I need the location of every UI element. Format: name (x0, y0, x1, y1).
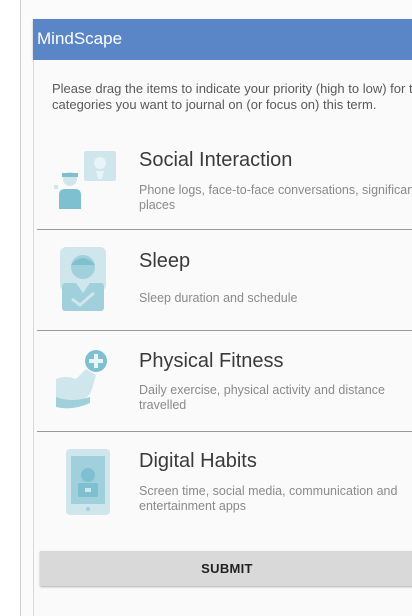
list-item-digital-habits[interactable]: Digital Habits Screen time, social media… (37, 445, 412, 525)
item-title: Social Interaction (139, 149, 293, 171)
app-bar: MindScape (33, 19, 412, 60)
divider (37, 431, 412, 432)
item-description: Sleep duration and schedule (139, 291, 298, 305)
list-item-social-interaction[interactable]: Social Interaction Phone logs, face-to-f… (37, 147, 412, 227)
item-title: Sleep (139, 250, 191, 272)
divider (37, 330, 412, 331)
submit-button[interactable]: SUBMIT (40, 551, 412, 586)
phone-screen: MindScape Please drag the items to indic… (20, 0, 412, 616)
priority-list-screen: Please drag the items to indicate your p… (33, 60, 412, 616)
digital-habits-icon (52, 445, 122, 515)
list-item-physical-fitness[interactable]: Physical Fitness Daily exercise, physica… (37, 345, 412, 425)
item-description: Daily exercise, physical activity and di… (139, 383, 385, 412)
item-title: Physical Fitness (139, 350, 284, 372)
list-item-sleep[interactable]: Sleep Sleep duration and schedule (37, 243, 412, 323)
sleep-icon (52, 243, 122, 313)
item-description: Phone logs, face-to-face conversations, … (139, 183, 412, 212)
divider (37, 229, 412, 230)
item-description: Screen time, social media, communication… (139, 484, 398, 513)
instructions-text: Please drag the items to indicate your p… (52, 81, 412, 112)
social-interaction-icon (52, 147, 122, 217)
app-title: MindScape (37, 29, 123, 48)
item-title: Digital Habits (139, 450, 257, 472)
physical-fitness-icon (52, 345, 122, 415)
